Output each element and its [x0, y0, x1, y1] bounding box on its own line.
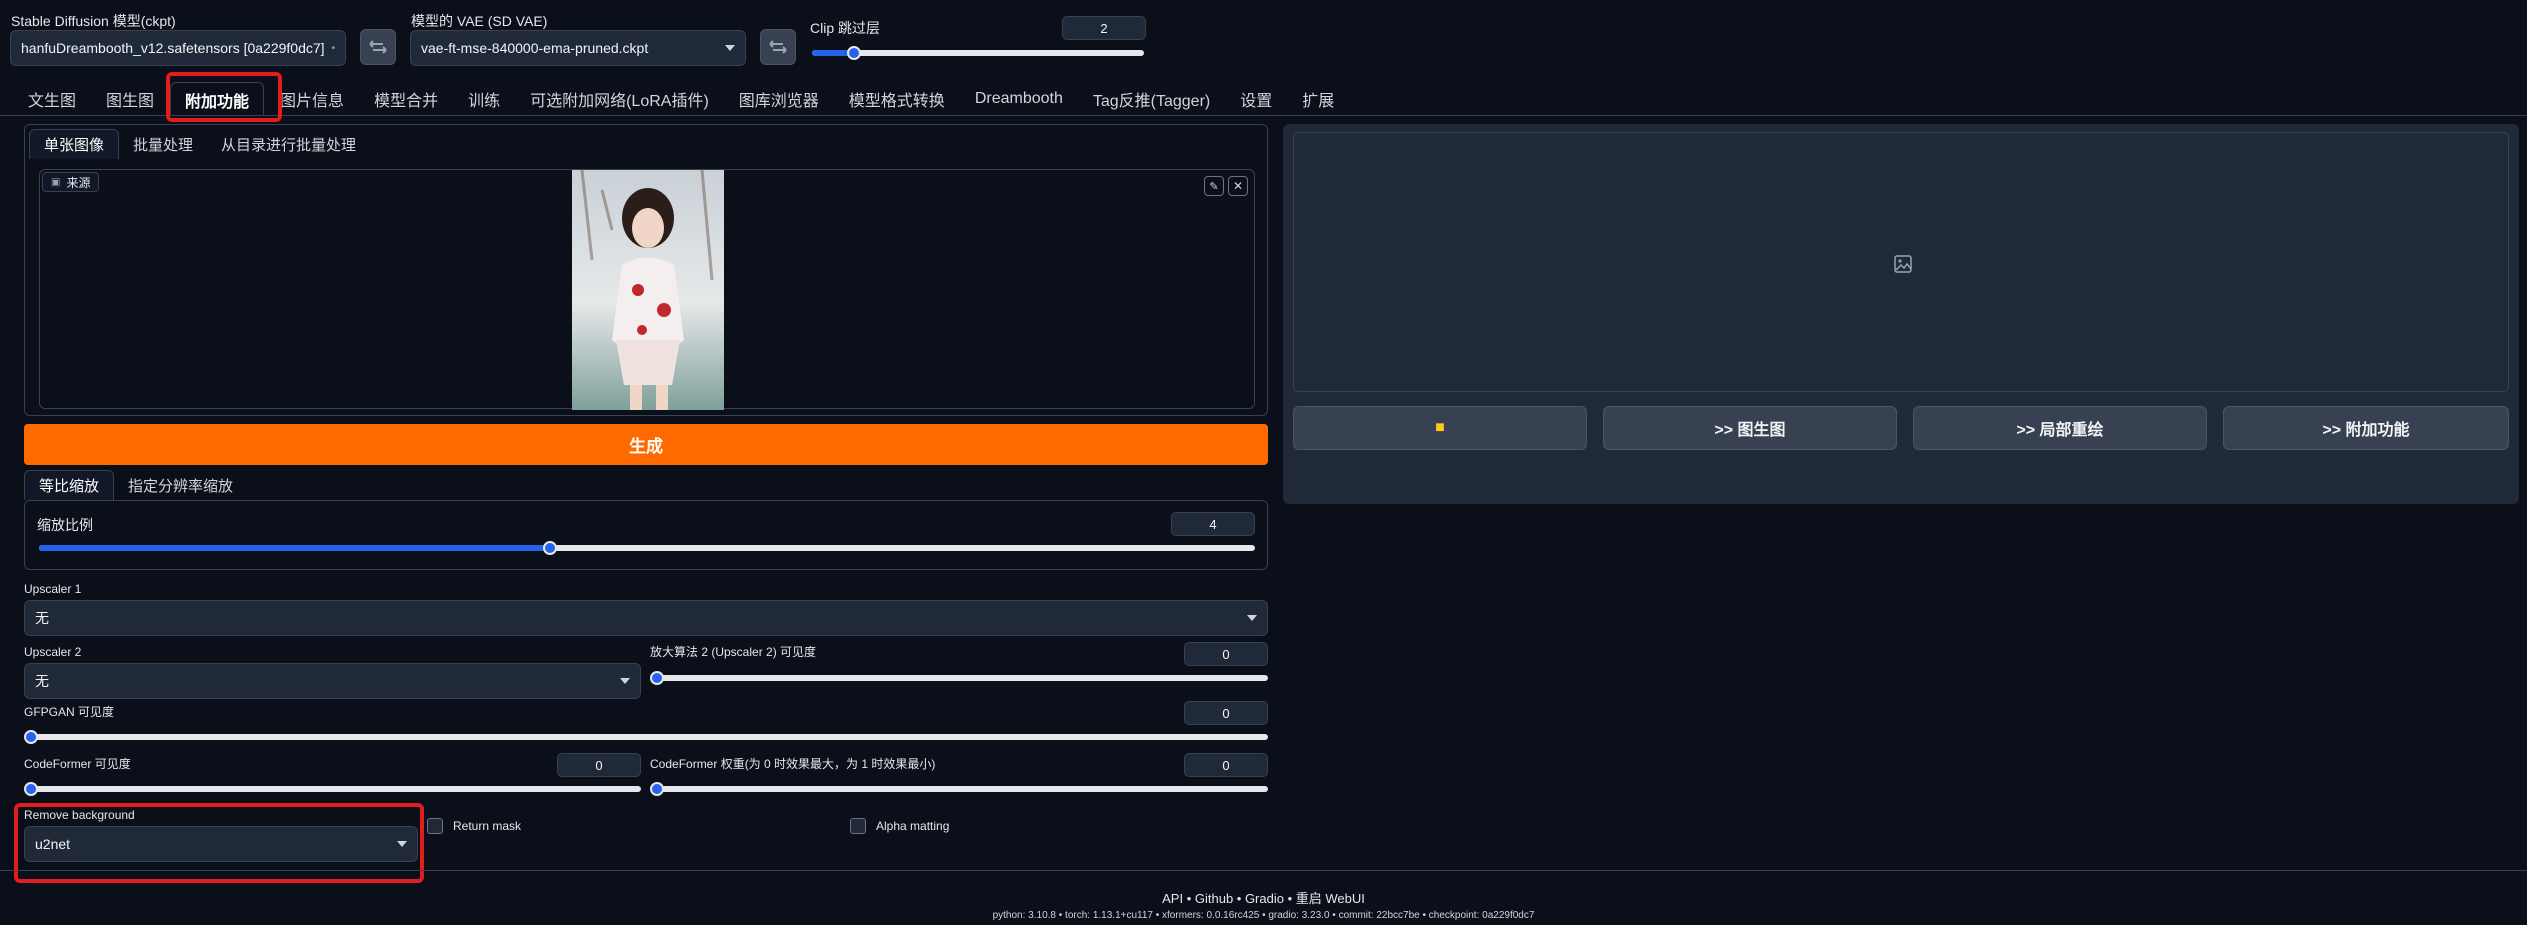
gfpgan-label: GFPGAN 可见度 [24, 705, 115, 719]
tab-train[interactable]: 训练 [454, 82, 514, 116]
send-to-inpaint-button[interactable]: >> 局部重绘 [1913, 406, 2207, 450]
highlight-remove-background [14, 803, 424, 883]
generate-button[interactable]: 生成 [24, 424, 1268, 465]
chevron-down-icon [1247, 615, 1257, 621]
vae-select[interactable]: vae-ft-mse-840000-ema-pruned.ckpt [410, 30, 746, 66]
open-folder-button[interactable]: ■ [1293, 406, 1587, 450]
image-icon: ▣ [51, 176, 61, 188]
gfpgan-input[interactable]: 0 [1184, 701, 1268, 725]
tab-img2img[interactable]: 图生图 [92, 82, 168, 116]
return-mask-label: Return mask [453, 819, 522, 833]
extras-input-panel: 单张图像 批量处理 从目录进行批量处理 ▣ 来源 ✎ ✕ [24, 124, 1268, 416]
chevron-down-icon [620, 678, 630, 684]
codeformer-thumb[interactable] [24, 782, 38, 796]
tab-convert[interactable]: 模型格式转换 [835, 82, 959, 116]
codeformer-slider[interactable] [24, 782, 641, 796]
scale-panel: 缩放比例 4 [24, 500, 1268, 570]
send-to-img2img-button[interactable]: >> 图生图 [1603, 406, 1897, 450]
output-panel: ■ >> 图生图 >> 局部重绘 >> 附加功能 [1283, 124, 2519, 504]
scale-slider-fill [39, 545, 550, 551]
resize-tabs: 等比缩放 指定分辨率缩放 [24, 470, 247, 500]
source-image [572, 170, 724, 410]
upscaler1-select[interactable]: 无 [24, 600, 1268, 636]
highlight-extras-tab [166, 72, 282, 122]
send-to-extras-button[interactable]: >> 附加功能 [2223, 406, 2509, 450]
tabs-divider [0, 115, 2527, 116]
source-label: 来源 [66, 175, 91, 190]
footer-divider [0, 870, 2527, 871]
upscaler1-value: 无 [35, 610, 49, 626]
footer-links[interactable]: API • Github • Gradio • 重启 WebUI [0, 888, 2527, 907]
upscaler1-label: Upscaler 1 [24, 582, 82, 596]
subtab-batch-dir[interactable]: 从目录进行批量处理 [207, 129, 370, 159]
folder-icon: ■ [1435, 419, 1445, 436]
tab-scale-to[interactable]: 指定分辨率缩放 [114, 470, 247, 500]
vae-value: vae-ft-mse-840000-ema-pruned.ckpt [421, 40, 649, 56]
ckpt-value: hanfuDreambooth_v12.safetensors [0a229f0… [21, 40, 325, 56]
footer-versions: python: 3.10.8 • torch: 1.13.1+cu117 • x… [992, 910, 1535, 921]
upscaler2-visibility-label: 放大算法 2 (Upscaler 2) 可见度 [650, 645, 817, 659]
clip-number-input[interactable]: 2 [1062, 16, 1146, 40]
codeformer-weight-input[interactable]: 0 [1184, 753, 1268, 777]
source-badge: ▣ 来源 [42, 172, 100, 192]
image-source-dropzone[interactable]: ▣ 来源 ✎ ✕ [39, 169, 1255, 410]
upscaler2-visibility-input[interactable]: 0 [1184, 642, 1268, 666]
scale-number-input[interactable]: 4 [1171, 512, 1255, 536]
alpha-matting-option[interactable]: Alpha matting [850, 818, 949, 834]
tab-extensions[interactable]: 扩展 [1288, 82, 1348, 116]
upscaler2-value: 无 [35, 673, 49, 689]
edit-icon[interactable]: ✎ [1204, 176, 1224, 196]
vae-label: 模型的 VAE (SD VAE) [411, 13, 548, 29]
upscaler2-label: Upscaler 2 [24, 645, 82, 659]
subtab-single-image[interactable]: 单张图像 [29, 129, 120, 159]
return-mask-checkbox[interactable] [427, 818, 443, 834]
codeformer-weight-slider[interactable] [650, 782, 1268, 796]
scale-slider-thumb[interactable] [542, 541, 557, 555]
scale-label: 缩放比例 [37, 517, 93, 533]
swap-icon [369, 40, 387, 54]
tab-merge[interactable]: 模型合并 [360, 82, 452, 116]
tab-settings[interactable]: 设置 [1226, 82, 1286, 116]
input-subtabs: 单张图像 批量处理 从目录进行批量处理 [29, 129, 370, 159]
clip-label: Clip 跳过层 [810, 20, 881, 36]
codeformer-label: CodeFormer 可见度 [24, 757, 131, 771]
refresh-vae-button[interactable] [760, 29, 796, 65]
chevron-down-icon [725, 45, 735, 51]
upscaler2-visibility-slider[interactable] [650, 671, 1268, 685]
gfpgan-slider[interactable] [24, 730, 1268, 744]
codeformer-input[interactable]: 0 [557, 753, 641, 777]
tab-scale-by[interactable]: 等比缩放 [24, 470, 115, 500]
return-mask-option[interactable]: Return mask [427, 818, 521, 834]
tab-dreambooth[interactable]: Dreambooth [961, 82, 1077, 116]
upscaler2-select[interactable]: 无 [24, 663, 641, 699]
refresh-ckpt-button[interactable] [360, 29, 396, 65]
clip-slider-thumb[interactable] [846, 46, 861, 60]
tab-gallery[interactable]: 图库浏览器 [725, 82, 833, 116]
codeformer-weight-thumb[interactable] [650, 782, 664, 796]
swap-icon [769, 40, 787, 54]
clip-slider[interactable] [812, 46, 1144, 60]
alpha-matting-checkbox[interactable] [850, 818, 866, 834]
tab-lora[interactable]: 可选附加网络(LoRA插件) [516, 82, 723, 116]
chevron-down-icon: • [331, 42, 335, 54]
ckpt-select[interactable]: hanfuDreambooth_v12.safetensors [0a229f0… [10, 30, 346, 66]
ckpt-label: Stable Diffusion 模型(ckpt) [11, 13, 176, 29]
tab-tagger[interactable]: Tag反推(Tagger) [1079, 82, 1224, 116]
gfpgan-thumb[interactable] [24, 730, 38, 744]
scale-slider[interactable] [39, 541, 1255, 555]
codeformer-weight-label: CodeFormer 权重(为 0 时效果最大，为 1 时效果最小) [650, 757, 936, 771]
subtab-batch[interactable]: 批量处理 [119, 129, 207, 159]
output-gallery[interactable] [1293, 132, 2509, 392]
image-icon [1894, 255, 1912, 273]
upscaler2-visibility-thumb[interactable] [650, 671, 664, 685]
tab-txt2img[interactable]: 文生图 [14, 82, 90, 116]
alpha-matting-label: Alpha matting [876, 819, 950, 833]
close-icon[interactable]: ✕ [1228, 176, 1248, 196]
